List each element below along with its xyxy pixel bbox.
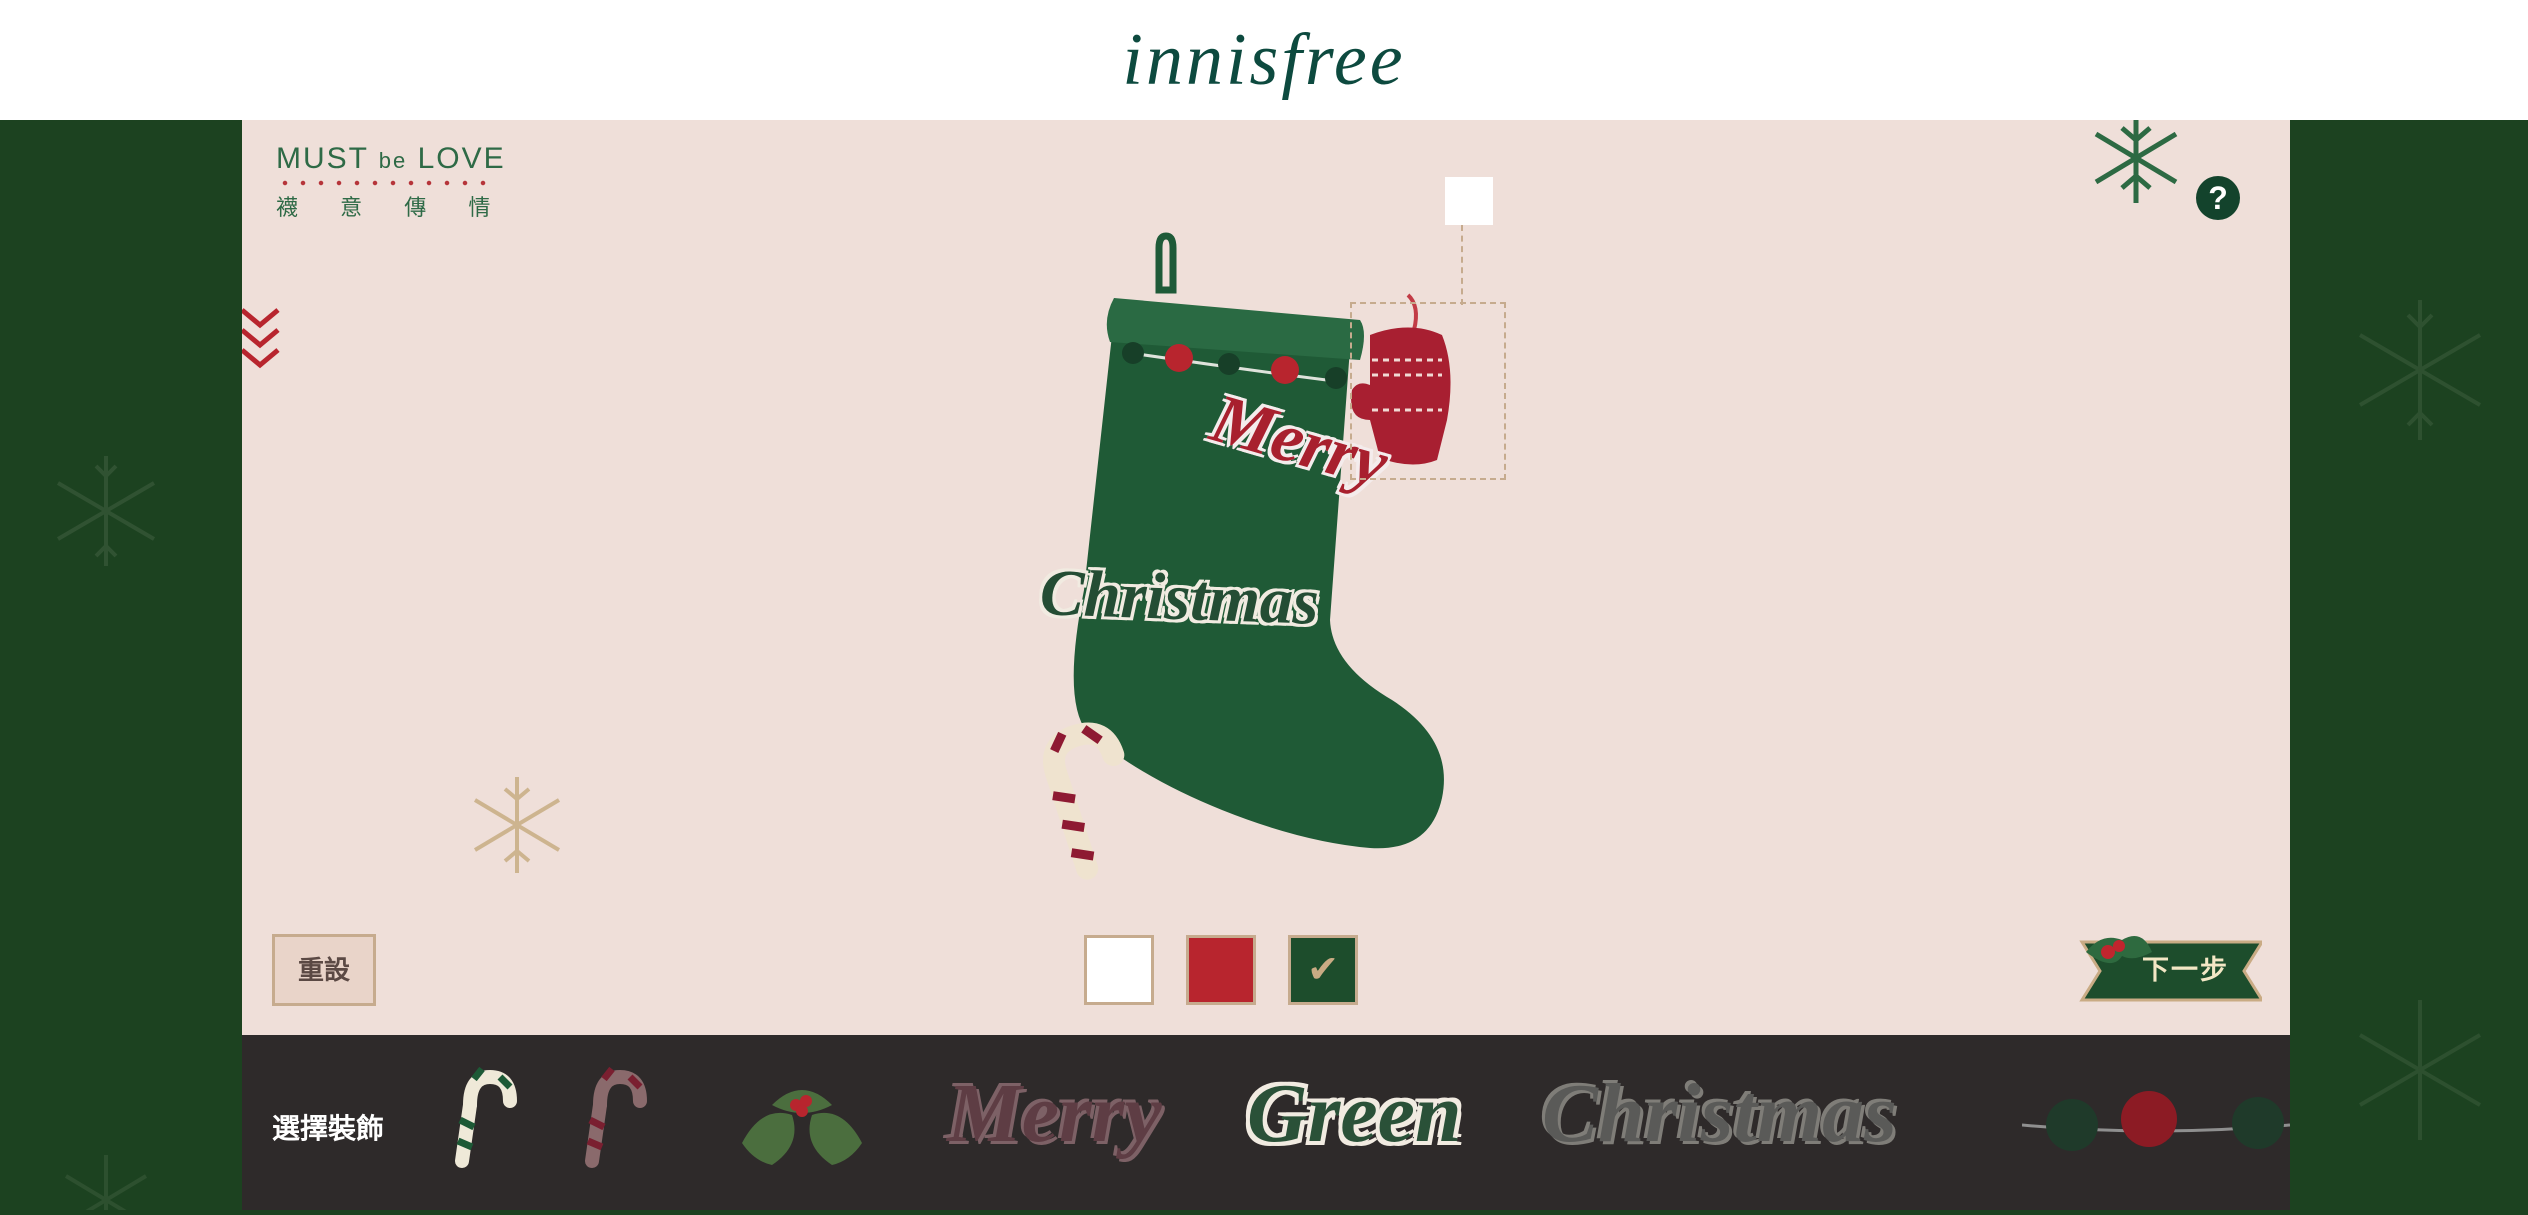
stocking-loop bbox=[1155, 232, 1177, 294]
pompom-garland-icon[interactable] bbox=[2022, 1085, 2290, 1165]
stocking-design-stage: MUST be LOVE 襪 意 傳 情 Merry Christmas ? 重… bbox=[242, 120, 2290, 1035]
left-background-band bbox=[0, 120, 242, 1215]
color-red-button[interactable] bbox=[1186, 935, 1256, 1005]
reset-button[interactable]: 重設 bbox=[272, 934, 376, 1006]
snowflake-decor-icon bbox=[56, 456, 156, 1215]
holly-icon[interactable] bbox=[732, 1065, 872, 1175]
tray-label: 選擇裝飾 bbox=[272, 1113, 385, 1144]
site-header: innisfree bbox=[0, 0, 2528, 120]
next-step-button[interactable]: 下一步 bbox=[2072, 932, 2265, 1010]
knit-snowflake-icon bbox=[2094, 120, 2178, 203]
next-step-label: 下一步 bbox=[2142, 955, 2229, 985]
green-sticker-option[interactable]: Green bbox=[1247, 1065, 1462, 1162]
innisfree-logo[interactable]: innisfree bbox=[0, 18, 2528, 103]
rotate-handle[interactable] bbox=[1445, 177, 1493, 225]
rotate-handle-line bbox=[1461, 225, 1463, 305]
decoration-tray: 選擇裝飾 Merry Green Christmas bbox=[242, 1035, 2290, 1210]
selection-box[interactable] bbox=[1350, 302, 1506, 480]
help-button[interactable]: ? bbox=[2196, 176, 2240, 220]
check-icon: ✔ bbox=[1307, 949, 1339, 991]
merry-sticker-option[interactable]: Merry bbox=[947, 1065, 1162, 1162]
christmas-sticker[interactable]: Christmas bbox=[1039, 555, 1320, 641]
color-green-button[interactable]: ✔ bbox=[1288, 935, 1358, 1005]
knit-snowflake-icon bbox=[473, 777, 561, 873]
snowflake-decor-icon bbox=[2358, 300, 2482, 1140]
right-background-band bbox=[2290, 120, 2528, 1210]
candy-cane-icon[interactable] bbox=[582, 1065, 652, 1175]
christmas-sticker-option[interactable]: Christmas bbox=[1542, 1065, 1897, 1162]
color-white-button[interactable] bbox=[1084, 935, 1154, 1005]
knit-heart-decor-icon bbox=[242, 308, 280, 369]
candy-cane-icon[interactable] bbox=[452, 1065, 522, 1175]
